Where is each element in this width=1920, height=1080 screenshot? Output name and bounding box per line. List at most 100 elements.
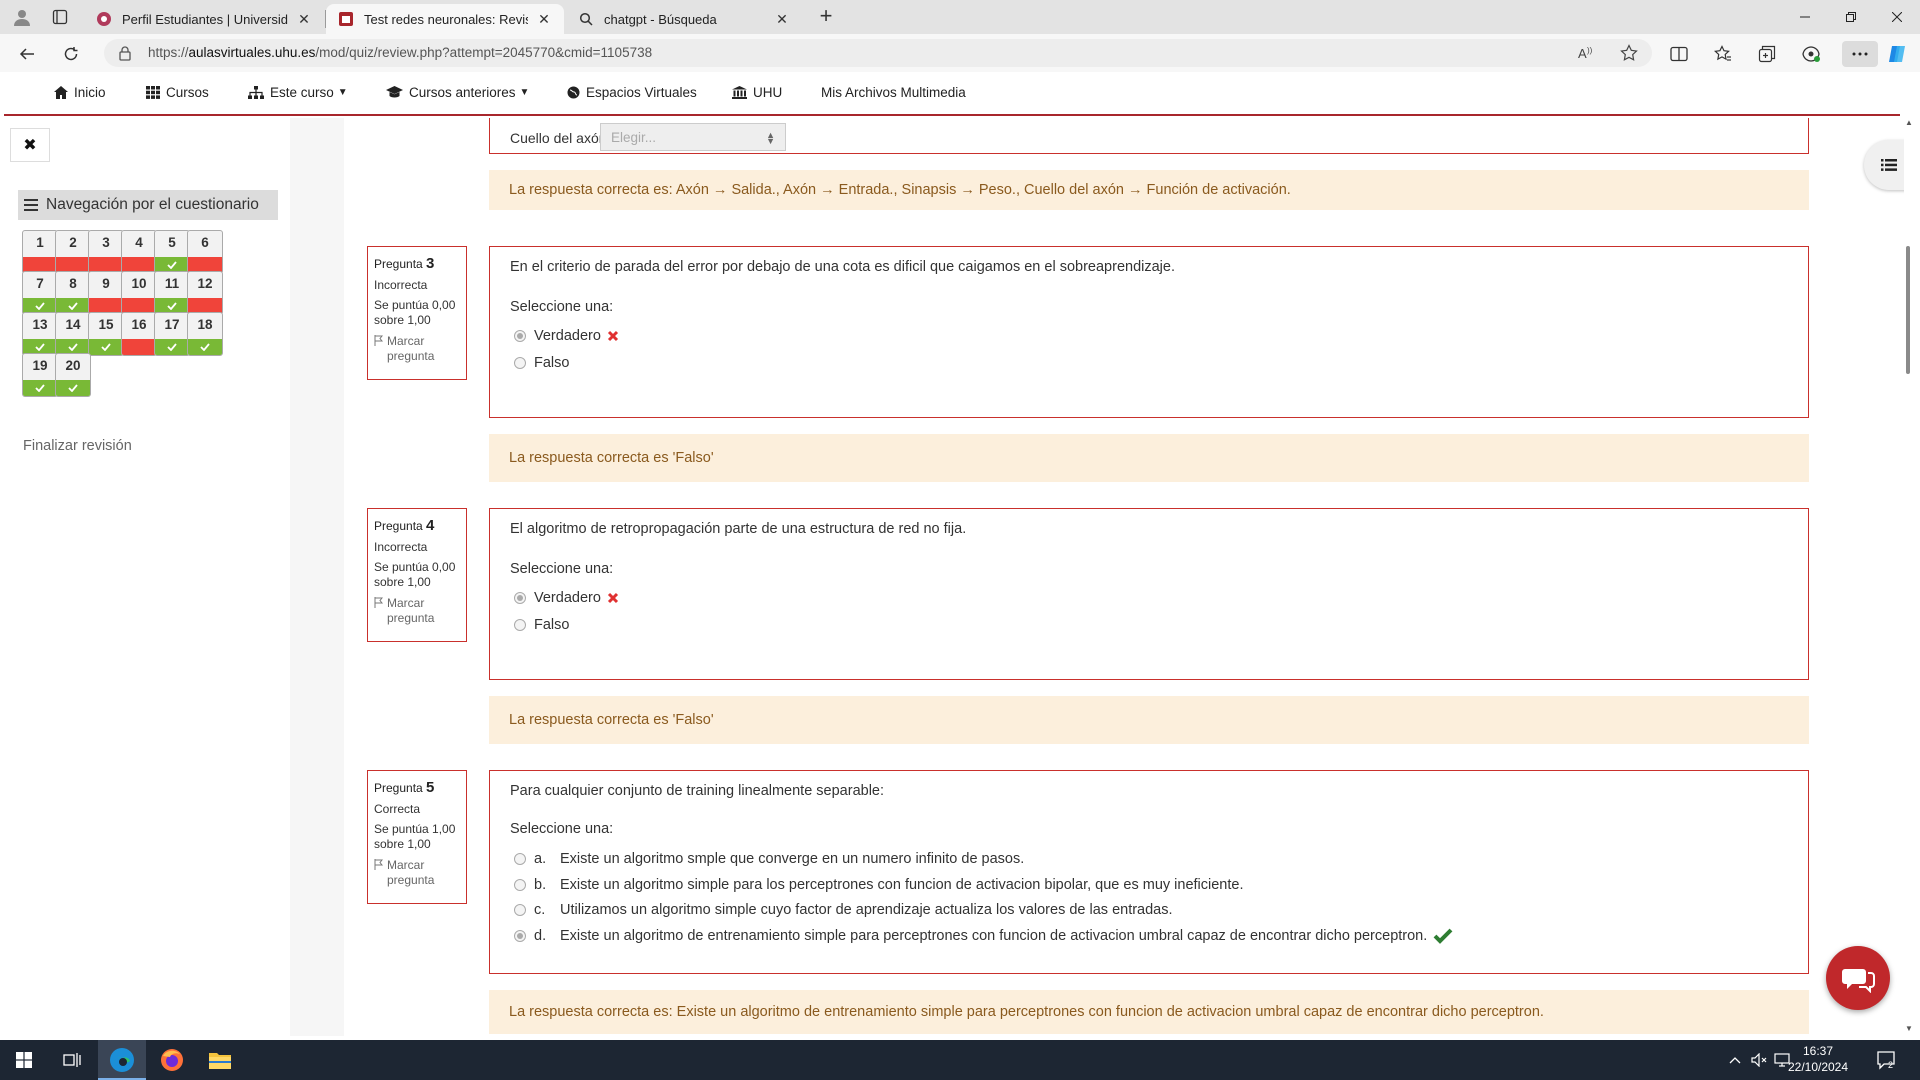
- windows-start-icon[interactable]: [0, 1040, 48, 1080]
- split-screen-icon[interactable]: [1666, 41, 1692, 67]
- nav-espacios-virtuales[interactable]: Espacios Virtuales: [567, 85, 697, 100]
- nav-cursos[interactable]: Cursos: [146, 85, 209, 100]
- tab-perfil-estudiantes[interactable]: Perfil Estudiantes | Universidad de ✕: [84, 4, 324, 34]
- answer-option-c[interactable]: c. Utilizamos un algoritmo simple cuyo f…: [514, 902, 1173, 918]
- question-3-content: En el criterio de parada del error por d…: [489, 246, 1809, 418]
- question-number-label: 10: [131, 276, 147, 291]
- collections-icon[interactable]: [1754, 41, 1780, 67]
- tab-close-icon[interactable]: ✕: [294, 9, 314, 29]
- question-5-feedback: La respuesta correcta es: Existe un algo…: [489, 990, 1809, 1034]
- answer-option-falso[interactable]: Falso: [514, 355, 569, 371]
- nav-cursos-anteriores[interactable]: Cursos anteriores ▼: [386, 85, 529, 100]
- radio-button[interactable]: [514, 904, 526, 916]
- browser-essentials-icon[interactable]: [1798, 41, 1824, 67]
- quiz-nav-button-4[interactable]: 4: [121, 230, 157, 274]
- quiz-nav-button-7[interactable]: 7: [22, 271, 58, 315]
- chat-assistant-button[interactable]: [1826, 946, 1890, 1010]
- match-select[interactable]: Elegir... ▲ ▼: [600, 123, 786, 151]
- answer-option-falso[interactable]: Falso: [514, 617, 569, 633]
- favorites-icon[interactable]: [1710, 41, 1736, 67]
- quiz-nav-button-14[interactable]: 14: [55, 312, 91, 356]
- quiz-nav-button-8[interactable]: 8: [55, 271, 91, 315]
- radio-button[interactable]: [514, 930, 526, 942]
- answer-prompt: Seleccione una:: [510, 821, 614, 837]
- quiz-nav-button-12[interactable]: 12: [187, 271, 223, 315]
- radio-button[interactable]: [514, 853, 526, 865]
- list-icon: [1881, 158, 1897, 172]
- answer-option-verdadero[interactable]: Verdadero: [514, 590, 619, 606]
- quiz-nav-button-19[interactable]: 19: [22, 353, 58, 397]
- quiz-nav-button-10[interactable]: 10: [121, 271, 157, 315]
- minimize-button[interactable]: [1782, 0, 1828, 34]
- caret-down-icon: ▼: [337, 87, 348, 98]
- read-aloud-icon[interactable]: A)): [1574, 40, 1600, 66]
- quiz-nav-button-18[interactable]: 18: [187, 312, 223, 356]
- tab-title: Test redes neuronales: Revisión de: [364, 11, 528, 27]
- copilot-icon[interactable]: [1884, 41, 1910, 67]
- radio-button[interactable]: [514, 619, 526, 631]
- question-number-label: 11: [164, 276, 180, 291]
- option-text: Verdadero: [534, 328, 601, 344]
- finish-review-link[interactable]: Finalizar revisión: [23, 438, 132, 454]
- edge-browser-icon[interactable]: [98, 1040, 146, 1080]
- check-icon: [167, 302, 177, 310]
- tab-chatgpt-busqueda[interactable]: chatgpt - Búsqueda ✕: [566, 4, 802, 34]
- radio-button[interactable]: [514, 357, 526, 369]
- radio-button[interactable]: [514, 592, 526, 604]
- close-drawer-button[interactable]: ✖: [10, 128, 50, 162]
- back-arrow-icon[interactable]: [14, 41, 40, 67]
- quiz-nav-button-3[interactable]: 3: [88, 230, 124, 274]
- nav-mis-archivos-multimedia[interactable]: Mis Archivos Multimedia: [821, 85, 966, 100]
- scrollbar-thumb[interactable]: [1906, 246, 1910, 374]
- nav-label: Mis Archivos Multimedia: [821, 85, 966, 100]
- task-view-icon[interactable]: [48, 1040, 96, 1080]
- new-tab-button[interactable]: +: [812, 5, 840, 29]
- quiz-nav-button-1[interactable]: 1: [22, 230, 58, 274]
- notification-center-icon[interactable]: 2: [1872, 1040, 1902, 1080]
- quiz-nav-button-20[interactable]: 20: [55, 353, 91, 397]
- quiz-nav-button-6[interactable]: 6: [187, 230, 223, 274]
- nav-este-curso[interactable]: Este curso ▼: [248, 85, 348, 100]
- system-clock[interactable]: 16:37 22/10/2024: [1782, 1043, 1854, 1075]
- quiz-nav-button-9[interactable]: 9: [88, 271, 124, 315]
- nav-inicio[interactable]: Inicio: [54, 85, 106, 100]
- scroll-down-arrow-icon[interactable]: ▼: [1905, 1024, 1913, 1033]
- tab-title: Perfil Estudiantes | Universidad de: [122, 11, 288, 27]
- close-window-button[interactable]: [1874, 0, 1920, 34]
- quiz-nav-heading-text: Navegación por el cuestionario: [46, 196, 259, 213]
- nav-uhu[interactable]: UHU: [732, 85, 782, 100]
- answer-option-verdadero[interactable]: Verdadero: [514, 328, 619, 344]
- tray-chevron-up-icon[interactable]: [1724, 1040, 1746, 1080]
- tab-close-icon[interactable]: ✕: [534, 9, 554, 29]
- tab-close-icon[interactable]: ✕: [772, 9, 792, 29]
- quiz-nav-button-11[interactable]: 11: [154, 271, 190, 315]
- settings-more-icon[interactable]: [1842, 41, 1878, 67]
- favorite-star-icon[interactable]: [1616, 40, 1642, 66]
- firefox-icon[interactable]: [148, 1040, 196, 1080]
- quiz-nav-button-15[interactable]: 15: [88, 312, 124, 356]
- quiz-nav-button-16[interactable]: 16: [121, 312, 157, 356]
- flag-question-link[interactable]: Marcar pregunta: [374, 858, 460, 888]
- reload-icon[interactable]: [58, 41, 84, 67]
- quiz-nav-button-5[interactable]: 5: [154, 230, 190, 274]
- tab-actions-icon[interactable]: [48, 5, 72, 29]
- lock-icon[interactable]: [118, 45, 132, 61]
- tab-test-redes-neuronales[interactable]: Test redes neuronales: Revisión de ✕: [326, 4, 564, 34]
- flag-question-link[interactable]: Marcar pregunta: [374, 334, 460, 364]
- restore-button[interactable]: [1828, 0, 1874, 34]
- flag-question-link[interactable]: Marcar pregunta: [374, 596, 460, 626]
- answer-option-d[interactable]: d. Existe un algoritmo de entrenamiento …: [514, 928, 1453, 944]
- profile-icon[interactable]: [10, 5, 34, 29]
- answer-option-b[interactable]: b. Existe un algoritmo simple para los p…: [514, 877, 1244, 893]
- question-number: Pregunta 4: [374, 517, 435, 534]
- radio-button[interactable]: [514, 330, 526, 342]
- radio-button[interactable]: [514, 879, 526, 891]
- scroll-up-arrow-icon[interactable]: ▲: [1905, 118, 1913, 127]
- answer-option-a[interactable]: a. Existe un algoritmo smple que converg…: [514, 851, 1024, 867]
- volume-muted-icon[interactable]: [1748, 1040, 1770, 1080]
- address-bar[interactable]: https://aulasvirtuales.uhu.es/mod/quiz/r…: [104, 39, 1652, 67]
- quiz-nav-button-17[interactable]: 17: [154, 312, 190, 356]
- quiz-nav-button-2[interactable]: 2: [55, 230, 91, 274]
- file-explorer-icon[interactable]: [196, 1040, 244, 1080]
- quiz-nav-button-13[interactable]: 13: [22, 312, 58, 356]
